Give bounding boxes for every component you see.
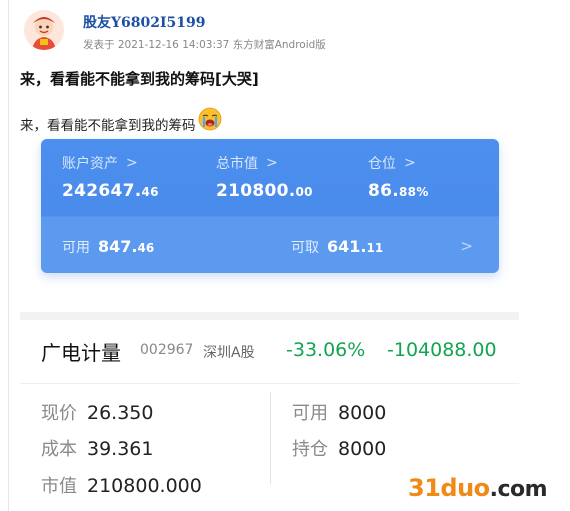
chevron-right-icon: > xyxy=(266,155,278,171)
card-bottom-row: 可用 847.46 可取 641.11 > xyxy=(41,237,499,273)
price-value: 26.350 xyxy=(87,402,154,424)
chevron-right-icon: > xyxy=(126,155,138,171)
stock-change-pct: -33.06% xyxy=(286,339,366,361)
chevron-right-icon: > xyxy=(404,155,416,171)
available-shares-value: 8000 xyxy=(338,402,387,424)
available-label: 可用 xyxy=(62,240,90,256)
post-username[interactable]: 股友Y6802I5199 xyxy=(83,12,205,32)
market-value-cell[interactable]: 总市值 > 210800.00 xyxy=(216,153,313,201)
withdrawable-value: 641.11 xyxy=(327,237,384,256)
stock-market-value: 210800.000 xyxy=(87,475,202,497)
column-separator xyxy=(270,392,271,484)
total-assets-value: 242647.46 xyxy=(62,181,159,201)
position-label: 仓位 xyxy=(368,156,396,172)
available-cash: 可用 847.46 xyxy=(62,237,154,257)
total-assets-label: 账户资产 xyxy=(62,156,118,172)
holdings-label: 持仓 xyxy=(292,439,328,460)
market-value-value: 210800.00 xyxy=(216,181,313,201)
withdrawable-cash: 可取 641.11 xyxy=(291,237,383,257)
stock-market-value-row: 市值 210800.000 xyxy=(41,472,202,498)
available-shares-row: 可用 8000 xyxy=(292,399,386,425)
stock-market-value-label: 市值 xyxy=(41,476,77,497)
price-row: 现价 26.350 xyxy=(41,399,153,425)
cost-label: 成本 xyxy=(41,439,77,460)
stock-market: 深圳A股 xyxy=(203,345,255,361)
cost-value: 39.361 xyxy=(87,438,154,460)
stock-name[interactable]: 广电计量 xyxy=(41,337,121,366)
section-divider xyxy=(20,312,519,320)
available-shares-label: 可用 xyxy=(292,403,328,424)
position-value: 86.88% xyxy=(368,181,429,201)
total-assets-cell[interactable]: 账户资产 > 242647.46 xyxy=(62,153,159,201)
crying-emoji-icon xyxy=(198,107,222,131)
holdings-value: 8000 xyxy=(338,438,387,460)
stock-profit-loss: -104088.00 xyxy=(387,339,497,361)
available-value: 847.46 xyxy=(98,237,155,256)
post-title: 来，看看能不能拿到我的筹码[大哭] xyxy=(20,70,259,88)
cartoon-avatar-icon[interactable] xyxy=(24,10,64,50)
post-body: 来，看看能不能拿到我的筹码 xyxy=(20,107,222,134)
row-separator xyxy=(20,383,519,384)
chevron-right-icon[interactable]: > xyxy=(460,237,473,255)
withdrawable-label: 可取 xyxy=(291,240,319,256)
holdings-row: 持仓 8000 xyxy=(292,435,386,461)
price-label: 现价 xyxy=(41,403,77,424)
cost-row: 成本 39.361 xyxy=(41,435,153,461)
position-cell[interactable]: 仓位 > 86.88% xyxy=(368,153,429,201)
left-border xyxy=(8,0,9,511)
stock-code: 002967 xyxy=(140,342,194,358)
post-body-text: 来，看看能不能拿到我的筹码 xyxy=(20,118,196,134)
account-card: 账户资产 > 242647.46 总市值 > 210800.00 仓位 > 86.88… xyxy=(41,139,499,273)
watermark: 31duo.com xyxy=(408,474,548,502)
post-meta: 发表于 2021-12-16 14:03:37 东方财富Android版 xyxy=(83,39,326,51)
market-value-label: 总市值 xyxy=(216,156,258,172)
